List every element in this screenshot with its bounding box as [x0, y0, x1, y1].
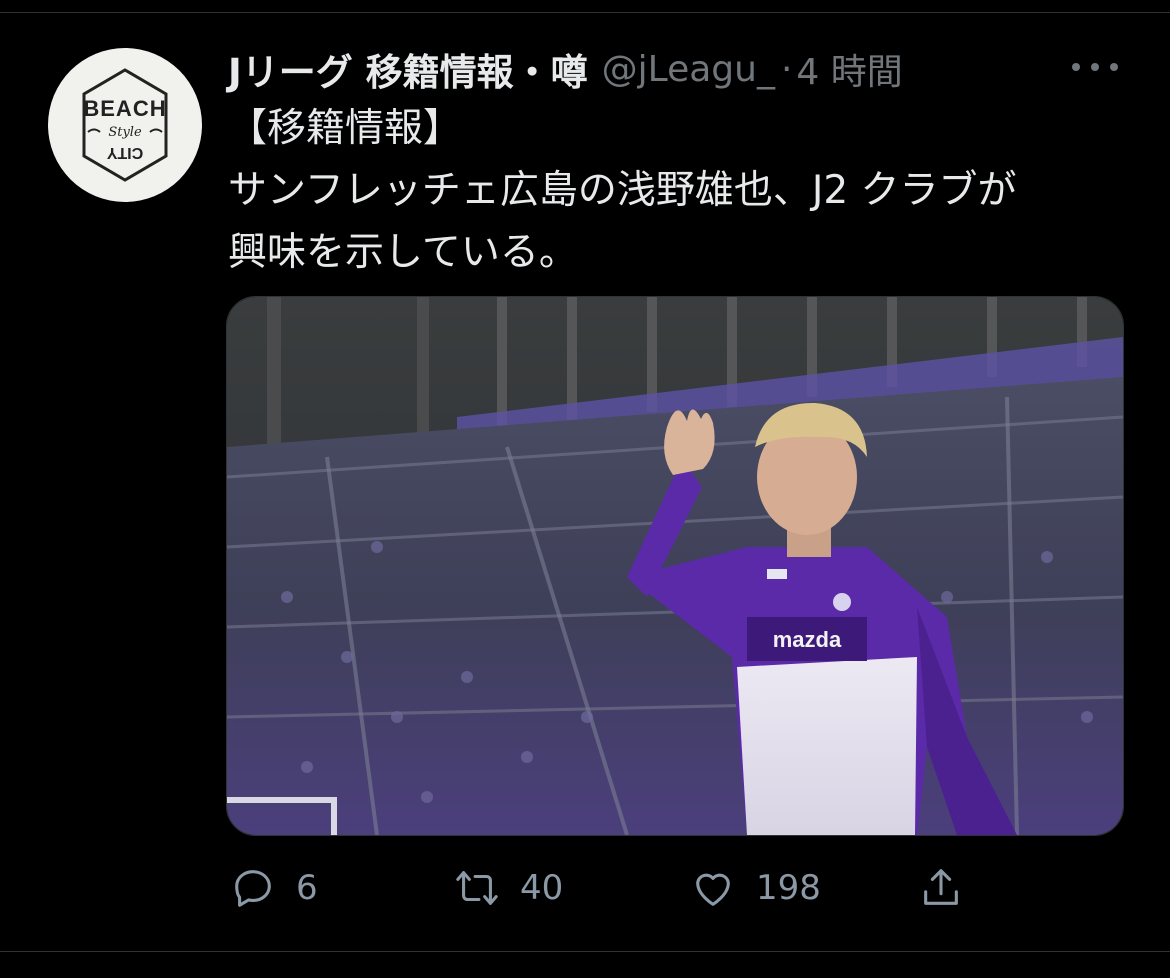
tweet-image[interactable]: mazda [226, 296, 1124, 836]
bottom-divider [0, 951, 1170, 978]
tweet-header: Jリーグ 移籍情報・噂 @jLeagu_ · 4 時間 [228, 42, 1128, 96]
tweet-text-line: サンフレッチェ広島の浅野雄也、J2 クラブが [228, 168, 1017, 213]
reply-button[interactable]: 6 [230, 858, 318, 918]
timestamp[interactable]: 4 時間 [796, 43, 902, 95]
tweet-actions: 6 40 198 [226, 858, 1126, 918]
reply-icon [235, 870, 271, 907]
player-photo: mazda [227, 297, 1123, 835]
tweet-text-line: 【移籍情報】 [228, 106, 463, 151]
logo-top-text: BEACH [83, 96, 166, 121]
retweet-button[interactable]: 40 [454, 858, 563, 918]
reply-count: 6 [296, 868, 318, 908]
tweet-text: 【移籍情報】 サンフレッチェ広島の浅野雄也、J2 クラブが 興味を示している。 [228, 98, 1128, 284]
beach-city-logo-icon: BEACH Style CITY [82, 68, 168, 182]
retweet-icon [456, 871, 498, 905]
tweet-text-line: 興味を示している。 [228, 230, 578, 275]
retweet-count: 40 [520, 868, 564, 908]
top-divider [0, 0, 1170, 13]
avatar[interactable]: BEACH Style CITY [48, 48, 202, 202]
share-button[interactable] [918, 858, 964, 918]
display-name[interactable]: Jリーグ 移籍情報・噂 [228, 42, 588, 96]
like-button[interactable]: 198 [690, 858, 821, 918]
separator-dot: · [780, 48, 793, 90]
like-count: 198 [756, 868, 821, 908]
more-options-icon[interactable] [1072, 52, 1118, 82]
jersey-sponsor-text: mazda [773, 627, 842, 652]
logo-middle-text: Style [108, 125, 142, 140]
share-icon [924, 869, 958, 905]
heart-icon [696, 873, 730, 906]
logo-bottom-text: CITY [106, 144, 143, 161]
user-handle[interactable]: @jLeagu_ [602, 49, 775, 90]
